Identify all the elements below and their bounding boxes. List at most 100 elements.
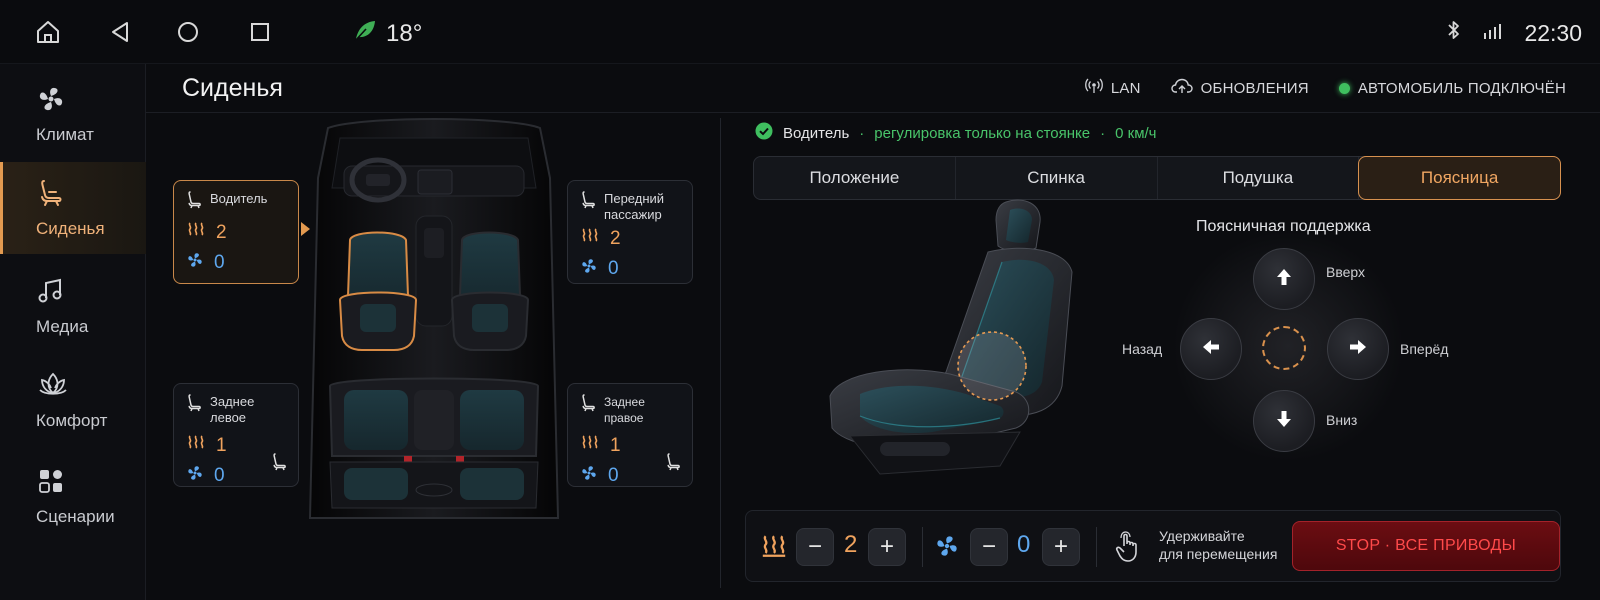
- car-status-label: АВТОМОБИЛЬ ПОДКЛЮЧЁН: [1357, 79, 1566, 97]
- parking-only-note: регулировка только на стоянке: [874, 124, 1091, 142]
- lumbar-up-label: Вверх: [1326, 264, 1366, 280]
- vent-plus-button[interactable]: +: [1042, 528, 1080, 566]
- seat-recline-icon[interactable]: [270, 453, 288, 476]
- sidebar-item-label: Комфорт: [36, 410, 108, 430]
- seat-illustration: [820, 196, 1100, 486]
- outside-temperature: 18°: [352, 17, 422, 50]
- seat-card-driver[interactable]: Водитель 2 0: [173, 180, 299, 284]
- heat-level-value: 2: [844, 531, 858, 558]
- lumbar-down-label: Вниз: [1326, 412, 1358, 428]
- seat-heat-icon: [186, 221, 206, 245]
- heat-level: 2: [610, 228, 621, 249]
- lumbar-down-button[interactable]: [1253, 390, 1315, 452]
- vent-minus-button[interactable]: −: [970, 528, 1008, 566]
- sidebar-item-label: Сиденья: [36, 218, 105, 238]
- sidebar-item-media[interactable]: Медиа: [0, 260, 146, 352]
- speed-readout: 0 км/ч: [1115, 124, 1157, 142]
- lumbar-back-button[interactable]: [1180, 318, 1242, 380]
- page-title: Сиденья: [182, 74, 283, 102]
- seat-card-rear-left[interactable]: Заднее левое 1 0: [173, 383, 299, 487]
- selected-seat-name: Водитель: [783, 124, 850, 142]
- seat-card-title: Передний пассажир: [604, 191, 665, 222]
- heat-level: 2: [216, 222, 227, 243]
- adjustment-tabs: Положение Спинка Подушка Поясница: [753, 156, 1561, 200]
- heat-plus-button[interactable]: +: [868, 528, 906, 566]
- tab-cushion[interactable]: Подушка: [1158, 157, 1360, 199]
- seat-card-rear-right[interactable]: Заднее правое 1 0: [567, 383, 693, 487]
- lan-status[interactable]: LAN: [1084, 78, 1141, 98]
- vent-level: 0: [608, 258, 619, 279]
- seat-heat-icon: [580, 227, 600, 251]
- seat-vent-icon: [934, 533, 960, 564]
- cloud-upload-icon: [1170, 78, 1193, 98]
- seat-icon: [580, 394, 596, 416]
- stop-all-actuators-button[interactable]: STOP · ВСЕ ПРИВОДЫ: [1292, 521, 1560, 571]
- seat-card-title: Водитель: [210, 191, 268, 206]
- music-note-icon: [36, 276, 66, 311]
- tab-lumbar[interactable]: Поясница: [1358, 156, 1561, 200]
- vent-level: 0: [214, 252, 225, 273]
- status-bar: 18° 22:30: [0, 0, 1600, 64]
- bottom-separator: [1096, 527, 1097, 567]
- lumbar-forward-button[interactable]: [1327, 318, 1389, 380]
- vent-level: 0: [608, 465, 619, 486]
- seat-vent-icon: [186, 251, 204, 275]
- seat-icon: [186, 394, 202, 416]
- recent-apps-icon[interactable]: [244, 16, 276, 48]
- header-divider: [146, 112, 1600, 113]
- tab-position[interactable]: Положение: [754, 157, 956, 199]
- clock: 22:30: [1524, 19, 1582, 46]
- seat-vent-icon: [580, 257, 598, 281]
- vent-level-value: 0: [1017, 531, 1031, 558]
- car-top-view: [300, 118, 568, 528]
- separator-dot: ·: [1100, 124, 1106, 142]
- temperature-value: 18°: [386, 19, 423, 47]
- sidebar-item-comfort[interactable]: Комфорт: [0, 354, 146, 446]
- check-circle-icon: [755, 122, 773, 144]
- heat-minus-button[interactable]: −: [796, 528, 834, 566]
- home-icon[interactable]: [32, 16, 64, 48]
- scenarios-icon: [36, 466, 66, 501]
- updates-button[interactable]: ОБНОВЛЕНИЯ: [1170, 78, 1309, 98]
- seat-icon: [580, 191, 596, 213]
- connected-dot-icon: [1338, 82, 1350, 94]
- lumbar-title: Поясничная поддержка: [1196, 218, 1371, 235]
- seat-heat-icon: [580, 434, 600, 458]
- seat-recline-icon[interactable]: [664, 453, 682, 476]
- lan-icon: [1084, 78, 1103, 98]
- leaf-icon: [352, 17, 378, 50]
- sidebar-item-seats[interactable]: Сиденья: [0, 162, 146, 254]
- bottom-separator: [922, 527, 923, 567]
- driver-status-line: Водитель · регулировка только на стоянке…: [755, 122, 1157, 144]
- driver-seat: [338, 231, 418, 351]
- bluetooth-icon: [1446, 18, 1462, 48]
- hold-to-move-hint: Удерживайте для перемещения: [1159, 528, 1278, 562]
- lumbar-up-button[interactable]: [1253, 248, 1315, 310]
- bottom-control-bar: − 2 + − 0 + Удерживайте для перемещения S…: [745, 510, 1561, 582]
- seat-icon: [186, 191, 202, 213]
- lotus-icon: [36, 370, 70, 405]
- sidebar-item-scenarios[interactable]: Сценарии: [0, 450, 146, 542]
- fan-icon: [36, 84, 66, 119]
- hand-touch-icon: [1114, 531, 1142, 568]
- sidebar: Климат Сиденья Медиа Комфорт Сценарии: [0, 64, 146, 600]
- vent-level: 0: [214, 465, 225, 486]
- seat-card-front-passenger[interactable]: Передний пассажир 2 0: [567, 180, 693, 284]
- circle-home-icon[interactable]: [172, 16, 204, 48]
- lumbar-center-indicator: [1262, 326, 1306, 370]
- lumbar-forward-label: Вперёд: [1400, 341, 1449, 357]
- seat-heat-icon: [760, 533, 788, 564]
- seat-vent-icon: [580, 464, 598, 488]
- arrow-left-icon: [1200, 336, 1222, 363]
- signal-icon: [1482, 20, 1504, 47]
- back-icon[interactable]: [104, 16, 136, 48]
- tab-backrest[interactable]: Спинка: [956, 157, 1158, 199]
- arrow-right-icon: [1347, 336, 1369, 363]
- separator-dot: ·: [859, 124, 865, 142]
- seat-heat-icon: [186, 434, 206, 458]
- sidebar-item-label: Медиа: [36, 316, 89, 336]
- updates-label: ОБНОВЛЕНИЯ: [1200, 79, 1309, 97]
- seat-card-title: Заднее левое: [210, 394, 255, 425]
- sidebar-item-climate[interactable]: Климат: [0, 68, 146, 160]
- panel-divider: [720, 118, 721, 588]
